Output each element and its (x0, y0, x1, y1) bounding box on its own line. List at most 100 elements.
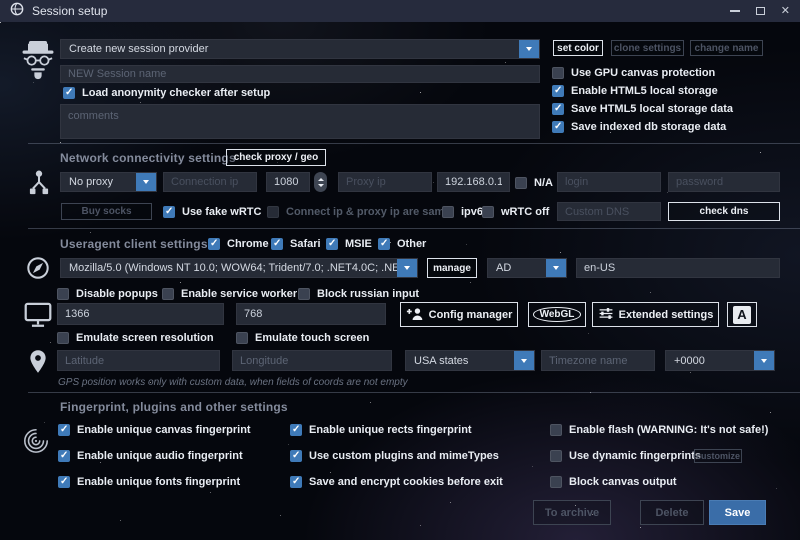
save-html5-checkbox[interactable]: Save HTML5 local storage data (552, 102, 733, 115)
load-anonymity-checkbox[interactable]: Load anonymity checker after setup (63, 86, 270, 99)
chevron-down-icon (519, 40, 539, 58)
html5-storage-checkbox[interactable]: Enable HTML5 local storage (552, 84, 718, 97)
checkbox-label: Enable unique fonts fingerprint (77, 476, 240, 488)
config-manager-button[interactable]: Config manager (400, 302, 518, 327)
connection-ip-input[interactable] (163, 172, 257, 192)
checkbox-label: Enable HTML5 local storage (571, 85, 718, 97)
buy-socks-button[interactable]: Buy socks (61, 203, 152, 220)
minimize-icon[interactable] (730, 10, 740, 12)
longitude-input[interactable] (232, 350, 392, 371)
port-stepper[interactable] (314, 172, 327, 192)
service-worker-checkbox[interactable]: Enable service worker (162, 287, 297, 300)
section-divider (28, 228, 800, 229)
usa-states-select[interactable]: USA states (405, 350, 535, 371)
timezone-offset-select[interactable]: +0000 (665, 350, 775, 371)
screen-height-input[interactable] (236, 303, 386, 325)
customize-button[interactable]: customize (694, 449, 742, 463)
checkbox-icon (552, 121, 564, 133)
block-russian-checkbox[interactable]: Block russian input (298, 287, 419, 300)
local-ip-input[interactable] (437, 172, 510, 192)
app-icon (10, 2, 24, 21)
session-provider-select[interactable]: Create new session provider (60, 39, 540, 59)
font-a-button[interactable]: A (727, 302, 757, 327)
save-indexed-checkbox[interactable]: Save indexed db storage data (552, 120, 726, 133)
custom-plugins-checkbox[interactable]: Use custom plugins and mimeTypes (290, 449, 499, 462)
comments-textarea[interactable] (60, 104, 540, 139)
locale-input[interactable] (576, 258, 780, 278)
maximize-icon[interactable] (756, 7, 765, 15)
checkbox-label: Use GPU canvas protection (571, 67, 715, 79)
browser-other-checkbox[interactable]: Other (378, 237, 426, 250)
checkbox-icon (290, 424, 302, 436)
rects-fingerprint-checkbox[interactable]: Enable unique rects fingerprint (290, 423, 472, 436)
close-icon[interactable]: ✕ (781, 6, 790, 17)
clone-settings-button[interactable]: clone settings (611, 40, 684, 56)
emulate-resolution-checkbox[interactable]: Emulate screen resolution (57, 331, 214, 344)
sliders-icon (598, 306, 614, 324)
checkbox-label: Connect ip & proxy ip are same (286, 206, 450, 218)
browser-safari-checkbox[interactable]: Safari (271, 237, 321, 250)
proxy-password-input[interactable] (668, 172, 780, 192)
canvas-fingerprint-checkbox[interactable]: Enable unique canvas fingerprint (58, 423, 251, 436)
heisenberg-icon (18, 38, 58, 84)
latitude-input[interactable] (57, 350, 220, 371)
block-canvas-checkbox[interactable]: Block canvas output (550, 475, 677, 488)
enable-flash-checkbox[interactable]: Enable flash (WARNING: It's not safe!) (550, 423, 768, 436)
checkbox-label: N/A (534, 177, 553, 189)
set-color-button[interactable]: set color (553, 40, 603, 56)
custom-dns-input[interactable] (557, 202, 661, 221)
checkbox-label: Save and encrypt cookies before exit (309, 476, 503, 488)
checkbox-icon (442, 206, 454, 218)
checkbox-label: Use dynamic fingerprints (569, 450, 701, 462)
checkbox-icon (552, 67, 564, 79)
save-button[interactable]: Save (709, 500, 766, 525)
session-name-input[interactable] (60, 65, 540, 83)
proxy-login-input[interactable] (557, 172, 661, 192)
dynamic-fingerprints-checkbox[interactable]: Use dynamic fingerprints (550, 449, 701, 462)
letter-a-icon: A (733, 306, 751, 324)
fonts-fingerprint-checkbox[interactable]: Enable unique fonts fingerprint (58, 475, 240, 488)
na-checkbox[interactable]: N/A (515, 176, 553, 189)
network-section-header: Network connectivity settings (60, 151, 236, 165)
manage-useragent-button[interactable]: manage (427, 258, 477, 278)
encrypt-cookies-checkbox[interactable]: Save and encrypt cookies before exit (290, 475, 503, 488)
proxy-port-input[interactable] (266, 172, 310, 192)
step-down-icon[interactable] (318, 184, 324, 187)
checkbox-label: MSIE (345, 238, 372, 250)
browser-chrome-checkbox[interactable]: Chrome (208, 237, 269, 250)
change-name-button[interactable]: change name (690, 40, 763, 56)
proxy-type-select[interactable]: No proxy (60, 172, 157, 192)
useragent-select[interactable]: Mozilla/5.0 (Windows NT 10.0; WOW64; Tri… (60, 258, 418, 278)
step-up-icon[interactable] (318, 178, 324, 181)
extended-settings-button[interactable]: Extended settings (592, 302, 719, 327)
use-fake-wrtc-checkbox[interactable]: Use fake wRTC (163, 205, 261, 218)
checkbox-icon (271, 238, 283, 250)
ipv6-checkbox[interactable]: ipv6 (442, 205, 483, 218)
checkbox-label: ipv6 (461, 206, 483, 218)
delete-button[interactable]: Delete (640, 500, 704, 525)
disable-popups-checkbox[interactable]: Disable popups (57, 287, 158, 300)
checkbox-label: wRTC off (501, 206, 549, 218)
audio-fingerprint-checkbox[interactable]: Enable unique audio fingerprint (58, 449, 243, 462)
checkbox-label: Emulate touch screen (255, 332, 369, 344)
titlebar: Session setup ✕ (0, 0, 800, 22)
checkbox-icon (290, 450, 302, 462)
ad-value: AD (488, 262, 546, 274)
emulate-touch-checkbox[interactable]: Emulate touch screen (236, 331, 369, 344)
to-archive-button[interactable]: To archive (533, 500, 611, 525)
webgl-button[interactable]: WebGL (528, 302, 586, 327)
checkbox-icon (515, 177, 527, 189)
connect-same-ip-checkbox[interactable]: Connect ip & proxy ip are same (267, 205, 450, 218)
check-proxy-geo-button[interactable]: check proxy / geo (226, 149, 326, 166)
browser-msie-checkbox[interactable]: MSIE (326, 237, 372, 250)
proxy-ip-input[interactable] (338, 172, 432, 192)
ad-select[interactable]: AD (487, 258, 567, 278)
wrtc-off-checkbox[interactable]: wRTC off (482, 205, 549, 218)
gpu-canvas-checkbox[interactable]: Use GPU canvas protection (552, 66, 715, 79)
fingerprint-section-header: Fingerprint, plugins and other settings (60, 400, 288, 414)
checkbox-label: Block canvas output (569, 476, 677, 488)
check-dns-button[interactable]: check dns (668, 202, 780, 221)
screen-width-input[interactable] (57, 303, 224, 325)
timezone-input[interactable] (541, 350, 655, 371)
checkbox-label: Enable unique canvas fingerprint (77, 424, 251, 436)
